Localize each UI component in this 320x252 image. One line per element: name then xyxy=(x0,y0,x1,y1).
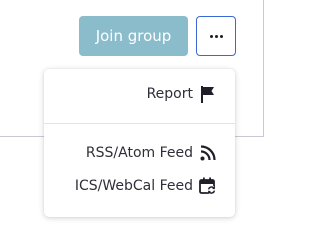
calendar-sync-icon xyxy=(199,177,217,195)
menu-item-rss-feed[interactable]: RSS/Atom Feed xyxy=(86,144,217,162)
menu-item-label: RSS/Atom Feed xyxy=(85,145,193,161)
group-page: Join group Report RSS/Atom Feed ICS/WebC… xyxy=(0,0,280,252)
flag-icon xyxy=(199,85,217,103)
rss-icon xyxy=(199,144,217,162)
menu-divider xyxy=(44,123,235,124)
more-options-menu: Report RSS/Atom Feed ICS/WebCal Feed xyxy=(44,69,235,217)
menu-item-ics-feed[interactable]: ICS/WebCal Feed xyxy=(75,177,217,195)
content-border-right xyxy=(263,0,264,137)
menu-item-report[interactable]: Report xyxy=(147,85,217,103)
menu-item-label: ICS/WebCal Feed xyxy=(74,178,193,194)
join-group-button[interactable]: Join group xyxy=(79,16,188,56)
ellipsis-icon xyxy=(209,34,223,38)
more-options-button[interactable] xyxy=(196,16,236,56)
menu-item-label: Report xyxy=(146,86,193,102)
